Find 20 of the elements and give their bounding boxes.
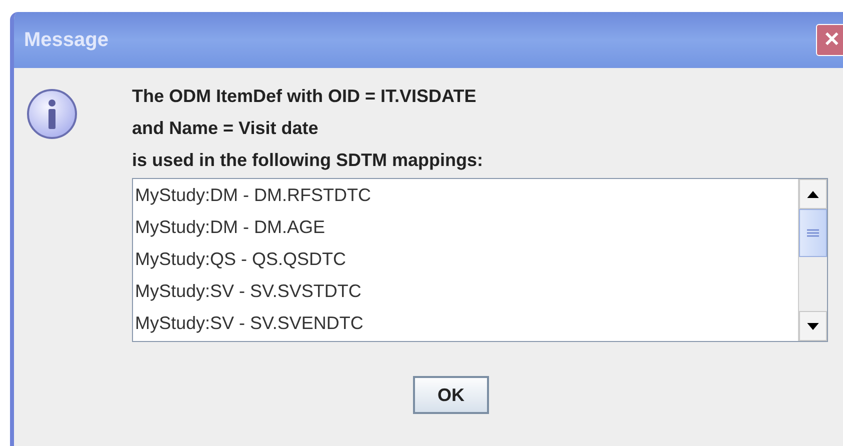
up-arrow-icon	[807, 190, 819, 198]
close-button[interactable]: ✕	[816, 24, 843, 56]
down-arrow-icon	[807, 322, 819, 330]
scroll-up-button[interactable]	[799, 179, 827, 209]
window-title: Message	[24, 28, 108, 52]
info-icon	[26, 88, 78, 140]
mapping-list[interactable]: MyStudy:DM - DM.RFSTDTC MyStudy:DM - DM.AGE MyStudy:QS - QS.QSDTC MyStudy:SV - SV.SVSTDTC MyStudy:SV - SV.SVENDTC	[132, 178, 828, 342]
list-item[interactable]: MyStudy:SV - SV.SVSTDTC	[135, 275, 798, 307]
list-item[interactable]: MyStudy:SV - SV.SVENDTC	[135, 307, 798, 339]
grip-icon	[807, 229, 819, 237]
scroll-down-button[interactable]	[799, 311, 827, 341]
list-item[interactable]: MyStudy:DM - DM.RFSTDTC	[135, 179, 798, 211]
list-item[interactable]: MyStudy:QS - QS.QSDTC	[135, 243, 798, 275]
message-text: is used in the following SDTM mappings:	[132, 149, 484, 172]
list-item[interactable]: MyStudy:DM - DM.AGE	[135, 211, 798, 243]
message-text: and Name = Visit date	[132, 117, 320, 140]
scrollbar[interactable]	[798, 179, 827, 341]
message-text: The ODM ItemDef with OID = IT.VISDATE	[132, 85, 478, 108]
scroll-thumb[interactable]	[799, 209, 827, 257]
ok-button[interactable]: OK	[413, 376, 489, 414]
